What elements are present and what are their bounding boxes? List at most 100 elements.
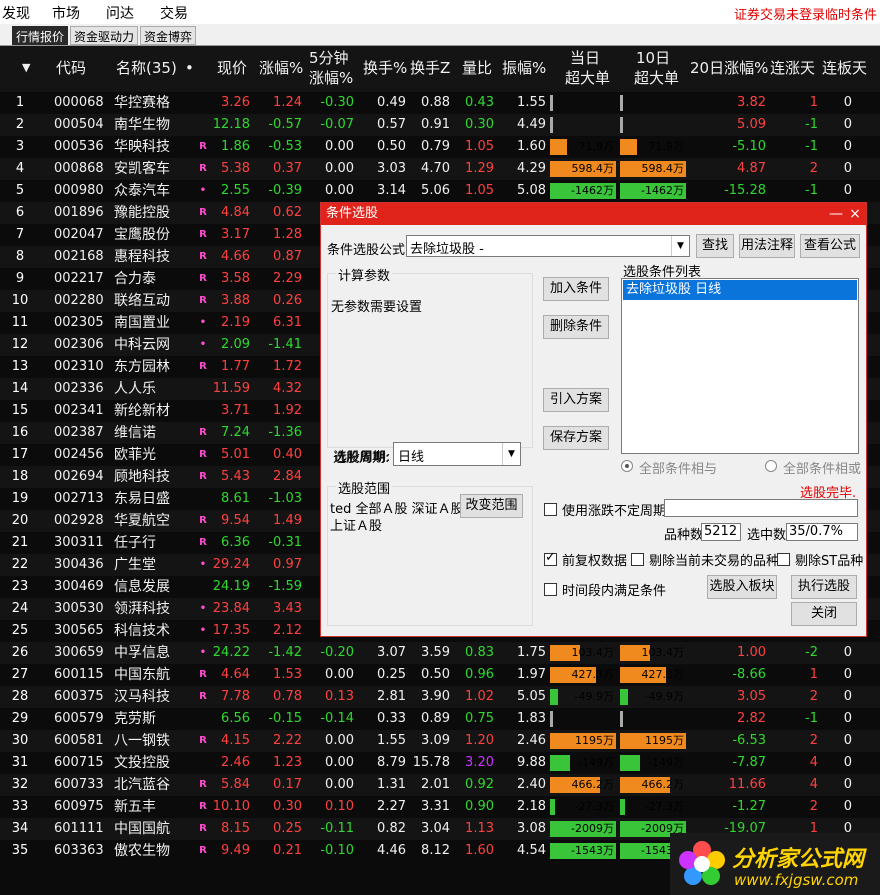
period-select[interactable]: 日线 ▼ [393,442,521,466]
col-5min-l1[interactable]: 5分钟 [309,48,349,68]
col-limit-days[interactable]: 连板天 [822,58,867,78]
radio-or[interactable] [765,460,777,472]
cell-name: 广生堂 [114,557,156,573]
close-button[interactable]: 关闭 [791,602,857,626]
cell-code: 300565 [54,623,104,638]
minimize-icon[interactable]: — [827,205,845,223]
exclude-st-checkbox[interactable] [777,553,790,566]
tab-fund-game[interactable]: 资金博弈 [140,26,197,45]
grid-header: ▼ 代码 名称(35) • 现价 涨幅% 5分钟 涨幅% 换手% 换手Z 量比 … [0,46,880,92]
table-row[interactable]: 30 600581 八一钢铁 R 4.15 2.22 0.00 1.55 3.09 1.20 2.4… [0,730,880,752]
ten-day-big-order-bar: -1462万 [620,183,686,199]
col-5min-l2[interactable]: 涨幅% [309,68,353,88]
run-screen-button[interactable]: 执行选股 [791,575,857,599]
table-row[interactable]: 5 000980 众泰汽车 • 2.55 -0.39 0.00 3.14 5.06 1.05 5.0… [0,180,880,202]
cell-n: 12 [11,337,29,352]
table-row[interactable]: 27 600115 中国东航 R 4.64 1.53 0.00 0.25 0.50 0.96 1.9… [0,664,880,686]
cell-name: 华映科技 [114,139,170,155]
menu-market[interactable]: 市场 [52,3,80,23]
prefq-checkbox[interactable] [544,550,557,566]
close-icon[interactable]: × [846,205,864,223]
change-range-button[interactable]: 改变范围 [460,494,523,518]
delete-condition-button[interactable]: 删除条件 [543,315,609,339]
col-price[interactable]: 现价 [217,58,247,78]
find-button[interactable]: 查找 [696,234,734,258]
period-input[interactable] [664,499,858,517]
table-row[interactable]: 2 000504 南华生物 12.18 -0.57 -0.07 0.57 0.91 0.30 4.… [0,114,880,136]
cell-name: 安凯客车 [114,161,170,177]
col-day-big-l1[interactable]: 当日 [570,48,600,68]
col-10d-big-l2[interactable]: 超大单 [634,68,679,88]
table-row[interactable]: 1 000068 华控赛格 3.26 1.24 -0.30 0.49 0.88 0.43 1.55… [0,92,880,114]
table-row[interactable]: 3 000536 华映科技 R 1.86 -0.53 0.00 0.50 0.79 1.05 1.6… [0,136,880,158]
col-name[interactable]: 名称(35) [116,58,177,78]
ten-day-big-order-bar: 1195万 [620,733,686,749]
table-row[interactable]: 31 600715 文投控股 2.46 1.23 0.00 8.79 15.78 3.20 9.8… [0,752,880,774]
cell-amp: 5.05 [517,689,546,704]
radio-and[interactable] [621,460,633,472]
login-status[interactable]: 证券交易未登录 [734,4,825,23]
cell-lb: 0 [843,183,852,198]
table-row[interactable]: 32 600733 北汽蓝谷 R 5.84 0.17 0.00 1.31 2.01 0.92 2.4… [0,774,880,796]
cell-name: 傲农生物 [114,843,170,859]
table-row[interactable]: 29 600579 克劳斯 6.56 -0.15 -0.14 0.33 0.89 0.75 1.8… [0,708,880,730]
bar-label: 1195万 [575,734,614,747]
floating-period-checkbox[interactable] [544,503,557,516]
usage-button[interactable]: 用法注释 [739,234,795,258]
bar-fill [620,755,640,771]
list-item[interactable]: 去除垃圾股 日线 [623,280,857,300]
chevron-down-icon[interactable]: ▼ [502,443,520,465]
rzrq-badge: R [199,471,207,482]
col-20d-change[interactable]: 20日涨幅% [690,58,768,78]
col-turnover[interactable]: 换手% [363,58,407,78]
col-volume-ratio[interactable]: 量比 [462,58,492,78]
table-row[interactable]: 4 000868 安凯客车 R 5.38 0.37 0.00 3.03 4.70 1.29 4.29… [0,158,880,180]
tab-quotes[interactable]: 行情报价 [12,26,69,45]
cell-amp: 1.83 [517,711,546,726]
cell-name: 维信诺 [114,425,156,441]
col-change[interactable]: 涨幅% [259,58,303,78]
sort-icon[interactable]: ▼ [22,58,30,78]
col-amplitude[interactable]: 振幅% [502,58,546,78]
condition-list[interactable]: 去除垃圾股 日线 [621,278,859,454]
chevron-down-icon[interactable]: ▼ [671,236,689,256]
time-range-checkbox[interactable] [544,583,557,596]
table-row[interactable]: 28 600375 汉马科技 R 7.78 0.78 0.13 2.81 3.90 1.02 5.0… [0,686,880,708]
col-10d-big-l1[interactable]: 10日 [636,48,670,68]
rzrq-badge: R [199,735,207,746]
col-up-days[interactable]: 连涨天 [770,58,815,78]
day-big-order-bar: -2009万 [550,821,616,837]
cell-n: 20 [11,513,29,528]
cell-name: 华控赛格 [114,95,170,111]
table-row[interactable]: 26 300659 中孚信息 • 24.22 -1.42 -0.20 3.07 3.59 0.83… [0,642,880,664]
bar-label: -49.9万 [574,690,614,703]
col-code[interactable]: 代码 [56,58,86,78]
to-block-button[interactable]: 选股入板块 [707,575,777,599]
cell-lb: 0 [843,799,852,814]
col-day-big-l2[interactable]: 超大单 [565,68,610,88]
cell-n: 18 [11,469,29,484]
exclude-notrade-checkbox[interactable] [631,553,644,566]
cell-price: 24.19 [212,579,250,594]
save-plan-button[interactable]: 保存方案 [543,426,609,450]
cell-c20: 3.82 [737,95,766,110]
cell-n: 31 [11,755,29,770]
cell-amp: 2.18 [517,799,546,814]
menu-wenda[interactable]: 问达 [106,3,134,23]
tab-fund-drive[interactable]: 资金驱动力 [70,26,139,45]
menu-discover[interactable]: 发现 [2,3,30,23]
temp-condition[interactable]: 临时条件 [825,4,877,23]
import-plan-button[interactable]: 引入方案 [543,388,609,412]
add-condition-button[interactable]: 加入条件 [543,277,609,301]
period-label: 选股周期: [333,451,390,466]
table-row[interactable]: 33 600975 新五丰 R 10.10 0.30 0.10 2.27 3.31 0.90 2.1… [0,796,880,818]
day-big-order-bar: 71.9万 [550,139,616,155]
formula-select[interactable]: 去除垃圾股 - ▼ [406,235,690,257]
col-turnover-z[interactable]: 换手Z [410,58,450,78]
rzrq-badge: R [199,207,207,218]
bar-fill [550,117,553,133]
cell-chg: 0.97 [273,557,302,572]
view-formula-button[interactable]: 查看公式 [800,234,860,258]
cell-name: 南国置业 [114,315,170,331]
menu-trade[interactable]: 交易 [160,3,188,23]
